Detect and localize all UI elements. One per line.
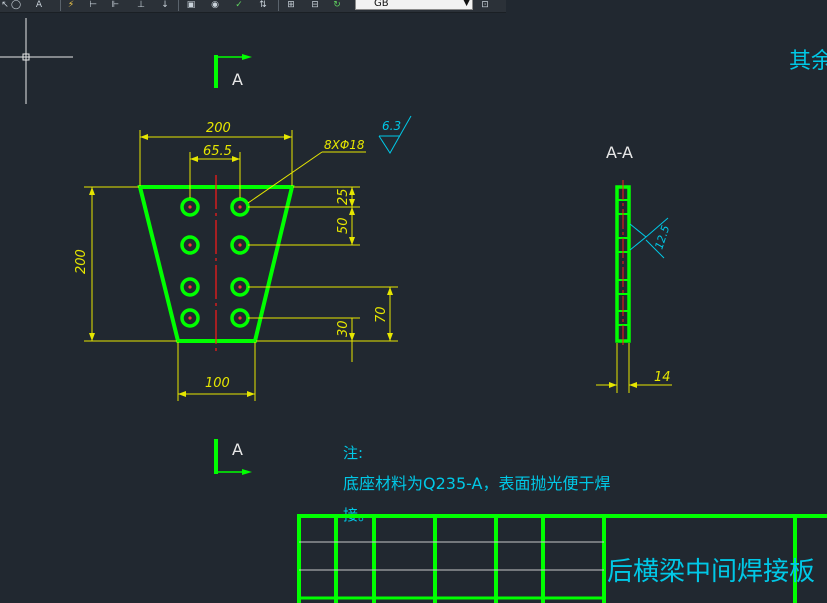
bolt-hole (230, 235, 250, 255)
title-block-title: 后横梁中间焊接板 (607, 557, 815, 587)
bolt-hole (180, 197, 200, 217)
dim-50: 50 (336, 217, 351, 234)
section-marker-label-top: A (232, 70, 243, 89)
roughness-main-value: 6.3 (382, 119, 401, 133)
section-marker-bottom: A (214, 439, 252, 475)
dim-top-width: 200 (206, 121, 231, 136)
roughness-section-value: 12.5 (652, 224, 672, 251)
bolt-hole (230, 277, 250, 297)
dimension-texts: 200 65.5 200 100 25 50 30 70 8XΦ18 14 (74, 121, 671, 391)
bolt-hole (180, 277, 200, 297)
bolt-holes (180, 197, 250, 328)
surface-finish-note: 其余 (789, 49, 827, 74)
bolt-hole (180, 235, 200, 255)
bolt-hole (230, 197, 250, 217)
notes-title: 注: (343, 444, 363, 462)
section-view[interactable] (615, 180, 631, 348)
section-marker-top: A (214, 54, 252, 89)
section-view-label: A-A (606, 143, 633, 162)
dim-30: 30 (336, 320, 351, 337)
hole-callout: 8XΦ18 (324, 138, 365, 152)
dim-thickness: 14 (654, 370, 671, 385)
notes-line-1: 底座材料为Q235-A，表面抛光便于焊 (343, 474, 611, 493)
bolt-hole (230, 308, 250, 328)
dim-70: 70 (374, 306, 389, 323)
dim-25: 25 (336, 188, 351, 205)
dim-hole-spacing: 65.5 (203, 144, 232, 159)
bolt-hole (180, 308, 200, 328)
crosshair-cursor (0, 18, 73, 104)
drawing-canvas[interactable]: 其余 A A 200 65.5 200 100 25 50 30 70 8XΦ1… (0, 0, 827, 603)
roughness-symbol-section: 12.5 (629, 217, 672, 259)
section-thickness-dim (596, 343, 672, 393)
dimensions (84, 130, 398, 401)
notes: 注: 底座材料为Q235-A，表面抛光便于焊 接。 (343, 444, 611, 524)
dim-height: 200 (74, 249, 89, 274)
section-marker-label-bottom: A (232, 440, 243, 459)
dim-bottom-width: 100 (205, 376, 230, 391)
roughness-symbol-main: 6.3 (378, 115, 412, 154)
title-block[interactable]: 后横梁中间焊接板 (297, 514, 827, 603)
